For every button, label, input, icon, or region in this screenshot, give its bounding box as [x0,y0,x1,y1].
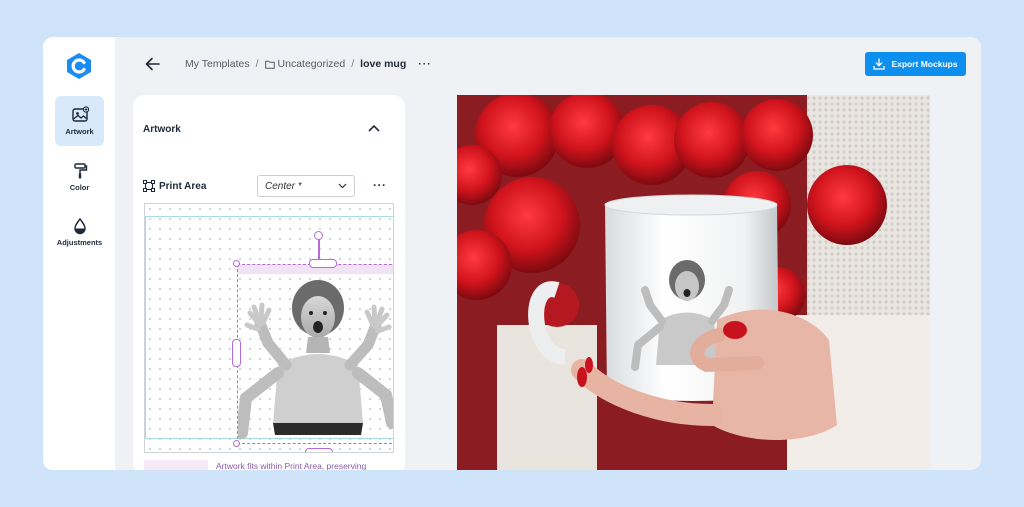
rotate-handle[interactable] [314,231,323,240]
rail-item-adjustments[interactable]: Adjustments [55,207,104,257]
artwork-image [238,280,393,439]
mug-mockup-image [457,95,930,470]
corner-resize-handle[interactable] [233,260,240,267]
rail-item-color[interactable]: Color [55,152,104,202]
mockup-preview [457,95,930,470]
print-area-more-button[interactable]: ··· [373,178,387,192]
rail-item-artwork[interactable]: Artwork [55,96,104,146]
paint-roller-icon [73,163,87,179]
app-window: Artwork Color Adjustments My Templates / [43,37,981,470]
print-area-canvas[interactable] [144,203,394,453]
rail-item-label: Color [69,183,90,192]
hint-swatch [144,460,208,470]
left-resize-handle[interactable] [232,339,241,367]
droplet-icon [73,217,86,235]
bottom-resize-handle[interactable] [305,448,333,452]
export-button-label: Export Mockups [891,59,958,69]
breadcrumb-folder-link[interactable]: Uncategorized [278,58,346,70]
print-area-icon [143,180,155,192]
breadcrumb-current: love mug [360,58,407,70]
folder-icon [264,60,275,69]
breadcrumb-separator: / [255,58,259,70]
download-icon [873,58,886,70]
section-title: Artwork [143,124,181,135]
print-area-row: Print Area [143,180,206,192]
more-options-button[interactable]: ··· [418,58,432,70]
rail-item-label: Adjustments [56,238,103,247]
left-rail: Artwork Color Adjustments [43,37,115,470]
breadcrumb: My Templates / Uncategorized / love mug … [185,58,432,70]
export-mockups-button[interactable]: Export Mockups [865,52,966,76]
position-select[interactable]: Center * [257,175,355,197]
position-select-value: Center * [265,180,302,192]
breadcrumb-separator: / [351,58,355,70]
app-logo-icon[interactable] [66,52,92,80]
artwork-image-icon [71,106,89,122]
top-resize-handle[interactable] [309,259,337,268]
rail-item-label: Artwork [65,127,94,136]
artwork-selection[interactable] [237,264,393,444]
corner-resize-handle[interactable] [233,440,240,447]
hint-text: Artwork fits within Print Area, preservi… [216,461,367,470]
back-arrow-icon[interactable] [143,55,163,73]
chevron-down-icon [338,183,347,189]
print-area-label: Print Area [159,180,207,192]
chevron-up-icon[interactable] [367,123,381,133]
artwork-panel: Artwork Print Area Center * ··· Artwork … [133,95,405,470]
breadcrumb-root-link[interactable]: My Templates [185,58,250,70]
